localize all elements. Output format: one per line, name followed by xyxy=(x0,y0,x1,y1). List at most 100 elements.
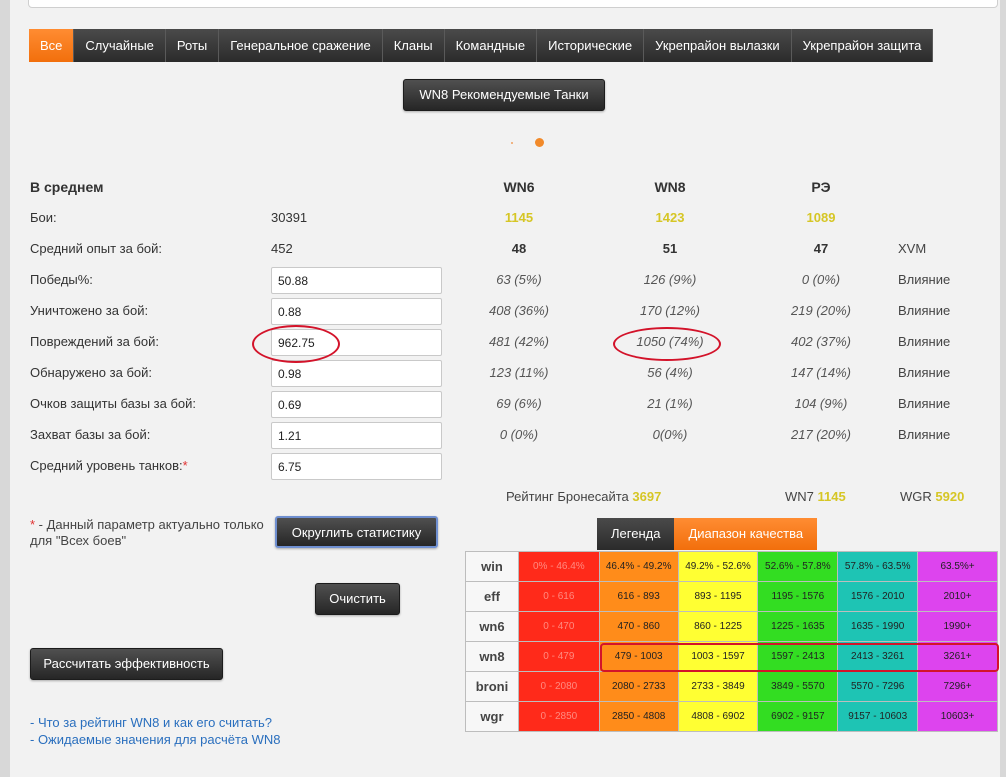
influence-label: Влияние xyxy=(898,334,951,349)
tab-stronghold-defense[interactable]: Укрепрайон защита xyxy=(791,29,934,62)
range-cell: 10603+ xyxy=(917,701,998,732)
table-row: win 0% - 46.4% 46.4% - 49.2% 49.2% - 52.… xyxy=(465,551,998,582)
range-cell: 3849 - 5570 xyxy=(757,671,839,702)
row-header: win xyxy=(465,551,519,582)
footnote-text: - Данный параметр актуально только для "… xyxy=(30,517,264,548)
range-cell: 0 - 479 xyxy=(517,641,600,672)
quality-range-table: win 0% - 46.4% 46.4% - 49.2% 49.2% - 52.… xyxy=(465,551,998,732)
wn8-defense: 21 (1%) xyxy=(647,396,693,411)
carousel-dot-active[interactable] xyxy=(535,138,544,147)
tab-all[interactable]: Все xyxy=(29,29,75,62)
wn8-kills: 170 (12%) xyxy=(640,303,700,318)
wn6-wins: 63 (5%) xyxy=(496,272,542,287)
range-cell: 63.5%+ xyxy=(917,551,998,582)
row-label-avg-tier: Средний уровень танков:* xyxy=(30,458,188,473)
range-cell: 1225 - 1635 xyxy=(757,611,839,642)
calculate-efficiency-button[interactable]: Рассчитать эффективность xyxy=(30,648,223,680)
wn6-xvm: 48 xyxy=(511,241,527,256)
damage-input[interactable] xyxy=(271,329,442,356)
carousel-dot[interactable] xyxy=(511,142,513,144)
tab-general-battle[interactable]: Генеральное сражение xyxy=(219,29,383,62)
range-cell: 5570 - 7296 xyxy=(837,671,919,702)
range-cell: 1990+ xyxy=(917,611,998,642)
row-label-battles: Бои: xyxy=(30,210,57,225)
range-cell: 49.2% - 52.6% xyxy=(677,551,759,582)
row-header: broni xyxy=(465,671,519,702)
re-damage: 402 (37%) xyxy=(791,334,851,349)
re-capture: 217 (20%) xyxy=(791,427,851,442)
influence-label: Влияние xyxy=(898,303,951,318)
range-cell: 1635 - 1990 xyxy=(837,611,919,642)
wn6-spotted: 123 (11%) xyxy=(489,365,549,380)
clear-button[interactable]: Очистить xyxy=(315,583,400,615)
table-row: wn8 0 - 479 479 - 1003 1003 - 1597 1597 … xyxy=(465,641,998,672)
wn8-explained-link[interactable]: - Что за рейтинг WN8 и как его считать? xyxy=(30,715,272,730)
range-cell: 2010+ xyxy=(917,581,998,612)
row-label-base-defense: Очков защиты базы за бой: xyxy=(30,396,197,411)
wn8-expected-values-link[interactable]: - Ожидаемые значения для расчёта WN8 xyxy=(30,732,281,747)
wgr-rating: WGR 5920 xyxy=(900,489,964,504)
wins-input[interactable] xyxy=(271,267,442,294)
wn8-damage: 1050 (74%) xyxy=(636,334,704,349)
row-label-damage: Повреждений за бой: xyxy=(30,334,159,349)
table-row: eff 0 - 616 616 - 893 893 - 1195 1195 - … xyxy=(465,581,998,612)
bronesite-rating: Рейтинг Бронесайта 3697 xyxy=(506,489,661,504)
influence-label: Влияние xyxy=(898,365,951,380)
stats-heading: В среднем xyxy=(30,179,104,195)
tab-legend[interactable]: Легенда xyxy=(597,518,675,550)
tab-quality-range[interactable]: Диапазон качества xyxy=(674,518,818,550)
range-cell: 1576 - 2010 xyxy=(837,581,919,612)
re-kills: 219 (20%) xyxy=(791,303,851,318)
range-cell: 0 - 616 xyxy=(517,581,600,612)
col-header-wn6: WN6 xyxy=(503,179,535,195)
influence-label: Влияние xyxy=(898,272,951,287)
range-cell: 893 - 1195 xyxy=(677,581,759,612)
range-cell: 1003 - 1597 xyxy=(677,641,759,672)
round-stats-button[interactable]: Округлить статистику xyxy=(275,516,438,548)
wn6-kills: 408 (36%) xyxy=(489,303,549,318)
avg-tier-input[interactable] xyxy=(271,453,442,480)
influence-label: Влияние xyxy=(898,396,951,411)
kills-input[interactable] xyxy=(271,298,442,325)
range-cell: 860 - 1225 xyxy=(677,611,759,642)
row-label-avg-xp: Средний опыт за бой: xyxy=(30,241,162,256)
range-cell: 0 - 470 xyxy=(517,611,600,642)
tab-historical[interactable]: Исторические xyxy=(537,29,645,62)
wn6-total: 1145 xyxy=(504,210,534,225)
tab-random[interactable]: Случайные xyxy=(74,29,166,62)
range-cell: 0% - 46.4% xyxy=(517,551,600,582)
range-cell: 2413 - 3261 xyxy=(837,641,919,672)
range-cell: 1195 - 1576 xyxy=(757,581,839,612)
bronesite-rating-value: 3697 xyxy=(632,489,662,504)
range-cell: 52.6% - 57.8% xyxy=(757,551,839,582)
range-cell: 479 - 1003 xyxy=(598,641,679,672)
base-defense-input[interactable] xyxy=(271,391,442,418)
bronesite-rating-label: Рейтинг Бронесайта xyxy=(506,489,629,504)
wn8-capture: 0(0%) xyxy=(652,427,688,442)
range-cell: 1597 - 2413 xyxy=(757,641,839,672)
wn8-recommended-tanks-button[interactable]: WN8 Рекомендуемые Танки xyxy=(403,79,605,111)
tab-stronghold-skirmish[interactable]: Укрепрайон вылазки xyxy=(644,29,792,62)
range-cell: 2080 - 2733 xyxy=(598,671,679,702)
help-links: - Что за рейтинг WN8 и как его считать? … xyxy=(30,714,281,748)
tab-team[interactable]: Командные xyxy=(444,29,538,62)
range-cell: 616 - 893 xyxy=(598,581,679,612)
tab-companies[interactable]: Роты xyxy=(165,29,220,62)
wn8-total: 1423 xyxy=(655,210,685,225)
range-cell: 3261+ xyxy=(917,641,998,672)
spotted-input[interactable] xyxy=(271,360,442,387)
base-capture-input[interactable] xyxy=(271,422,442,449)
influence-label: Влияние xyxy=(898,427,951,442)
wn8-wins: 126 (9%) xyxy=(643,272,697,287)
range-cell: 2850 - 4808 xyxy=(598,701,679,732)
wgr-value: 5920 xyxy=(935,489,965,504)
range-cell: 470 - 860 xyxy=(598,611,679,642)
range-cell: 2733 - 3849 xyxy=(677,671,759,702)
re-spotted: 147 (14%) xyxy=(791,365,851,380)
row-label-base-capture: Захват базы за бой: xyxy=(30,427,151,442)
range-cell: 57.8% - 63.5% xyxy=(837,551,919,582)
row-header: eff xyxy=(465,581,519,612)
legend-tabs: Легенда Диапазон качества xyxy=(597,518,818,550)
col-header-re: РЭ xyxy=(811,179,831,195)
tab-clans[interactable]: Кланы xyxy=(382,29,445,62)
